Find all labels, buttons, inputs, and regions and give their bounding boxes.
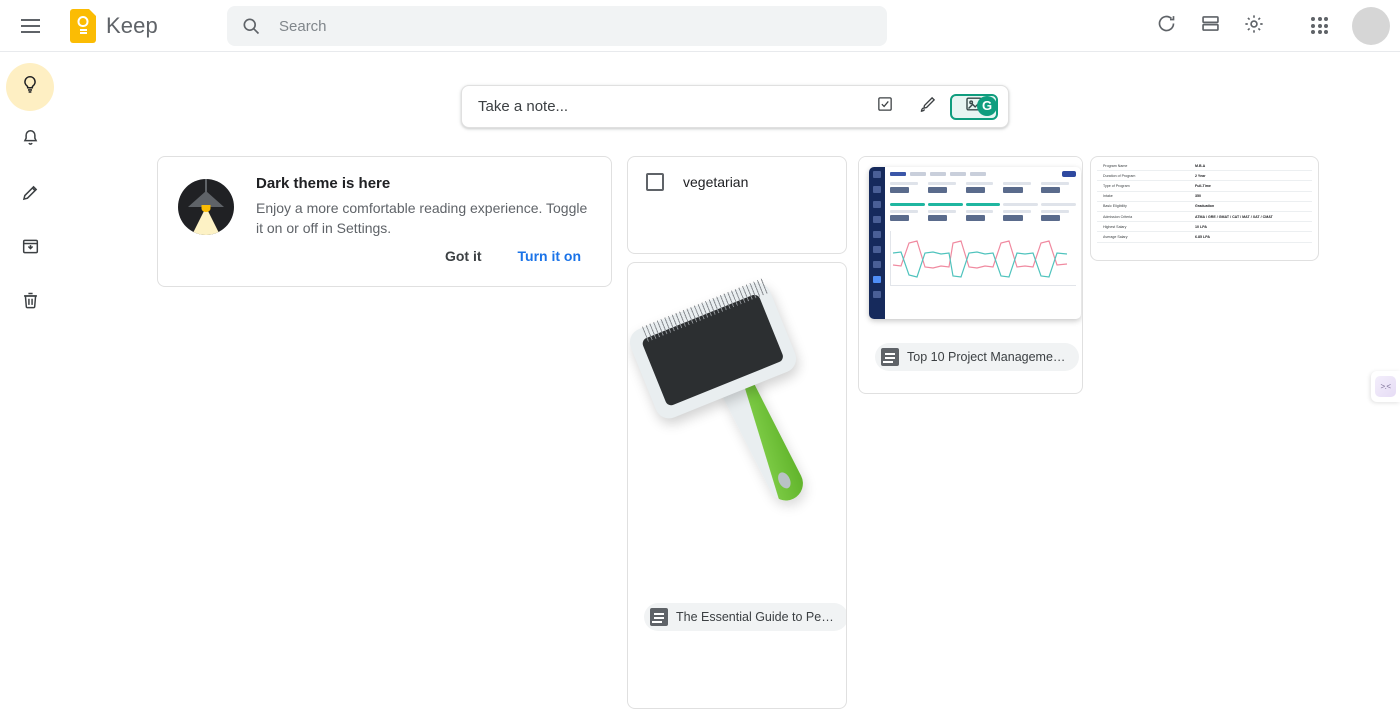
new-list-button[interactable] xyxy=(866,88,904,126)
app-title: Keep xyxy=(106,13,158,39)
list-item[interactable]: vegetarian xyxy=(646,173,828,191)
table-cell-key: Highest Salary xyxy=(1097,222,1189,232)
new-drawing-button[interactable] xyxy=(908,88,946,126)
highlight-marker-g: G xyxy=(977,96,997,116)
table-row: Highest Salary10 LPA xyxy=(1097,222,1312,232)
table-row: Intake350 xyxy=(1097,191,1312,201)
table-cell-key: Average Salary xyxy=(1097,232,1189,242)
table-row: Type of ProgramFull-Time xyxy=(1097,181,1312,191)
face-icon: >.< xyxy=(1375,376,1396,397)
new-image-button[interactable]: G xyxy=(950,94,998,120)
sidebar-item-notes[interactable] xyxy=(6,63,54,111)
note-card-project-management[interactable]: Top 10 Project Managemen... xyxy=(858,156,1083,394)
got-it-button[interactable]: Got it xyxy=(435,240,492,272)
note-card-pet-guide[interactable]: The Essential Guide to Pet ... xyxy=(627,262,847,709)
app-bar: Keep xyxy=(0,0,1400,52)
promo-title: Dark theme is here xyxy=(256,175,591,192)
table-cell-key: Type of Program xyxy=(1097,181,1189,191)
table-cell-value: Full-Time xyxy=(1189,181,1312,191)
refresh-button[interactable] xyxy=(1144,4,1188,48)
table-row: Program NameM.B.A xyxy=(1097,161,1312,171)
table-cell-value: 10 LPA xyxy=(1189,222,1312,232)
lamp-icon xyxy=(178,179,234,235)
table-cell-value: 6.85 LPA xyxy=(1189,232,1312,242)
doc-chip-label: Top 10 Project Managemen... xyxy=(907,350,1067,364)
pencil-icon xyxy=(20,182,41,208)
settings-button[interactable] xyxy=(1232,4,1276,48)
table-cell-value: Graduation xyxy=(1189,201,1312,211)
keep-logo-link[interactable]: Keep xyxy=(70,9,158,43)
trash-icon xyxy=(20,290,41,316)
table-cell-value: M.B.A xyxy=(1189,161,1312,171)
dark-theme-promo-card: Dark theme is here Enjoy a more comforta… xyxy=(157,156,612,287)
app-bar-actions xyxy=(1144,0,1390,52)
dashboard-image xyxy=(859,157,1082,333)
program-table: Program NameM.B.A Duration of Program2 Y… xyxy=(1097,161,1312,243)
checklist-item-label: vegetarian xyxy=(683,174,748,190)
keep-logo-icon xyxy=(70,9,96,43)
take-a-note-placeholder[interactable]: Take a note... xyxy=(478,98,866,115)
doc-chip-pet-guide[interactable]: The Essential Guide to Pet ... xyxy=(644,603,847,631)
feedback-edge-widget[interactable]: >.< xyxy=(1371,371,1400,402)
table-cell-value: 350 xyxy=(1189,191,1312,201)
table-row: Basic EligibilityGraduation xyxy=(1097,201,1312,211)
google-docs-icon xyxy=(881,348,899,366)
google-docs-icon xyxy=(650,608,668,626)
table-cell-key: Duration of Program xyxy=(1097,171,1189,181)
table-cell-value: ATMA / GRE / GMAT / CAT / MAT / XAT / CM… xyxy=(1189,211,1312,221)
table-image: Program NameM.B.A Duration of Program2 Y… xyxy=(1091,157,1318,247)
note-card-checklist[interactable]: vegetarian xyxy=(627,156,847,254)
doc-chip-project-management[interactable]: Top 10 Project Managemen... xyxy=(875,343,1079,371)
checkbox-icon xyxy=(876,95,894,118)
hamburger-icon xyxy=(21,25,40,27)
sidebar-item-archive[interactable] xyxy=(6,225,54,273)
sidebar-item-reminders[interactable] xyxy=(6,117,54,165)
apps-grid-icon xyxy=(1311,17,1329,35)
sidebar-item-trash[interactable] xyxy=(6,279,54,327)
brush-icon xyxy=(918,95,937,119)
search-input[interactable] xyxy=(277,17,841,36)
table-row: Duration of Program2 Year xyxy=(1097,171,1312,181)
table-cell-key: Admission Criteria xyxy=(1097,211,1189,221)
brush-image xyxy=(628,263,846,593)
table-cell-value: 2 Year xyxy=(1189,171,1312,181)
table-row: Admission CriteriaATMA / GRE / GMAT / CA… xyxy=(1097,211,1312,221)
sidebar xyxy=(0,53,60,657)
turn-it-on-button[interactable]: Turn it on xyxy=(508,240,592,272)
sidebar-item-edit-labels[interactable] xyxy=(6,171,54,219)
promo-description: Enjoy a more comfortable reading experie… xyxy=(256,198,591,238)
note-card-program-table[interactable]: Program NameM.B.A Duration of Program2 Y… xyxy=(1090,156,1319,261)
list-view-icon xyxy=(1200,13,1221,39)
table-cell-key: Intake xyxy=(1097,191,1189,201)
lightbulb-icon xyxy=(19,74,41,101)
doc-chip-label: The Essential Guide to Pet ... xyxy=(676,610,836,624)
table-body: Program NameM.B.A Duration of Program2 Y… xyxy=(1097,161,1312,242)
list-view-button[interactable] xyxy=(1188,4,1232,48)
table-cell-key: Program Name xyxy=(1097,161,1189,171)
main-menu-button[interactable] xyxy=(6,2,54,50)
table-row: Average Salary6.85 LPA xyxy=(1097,232,1312,242)
gear-icon xyxy=(1243,13,1265,40)
table-cell-key: Basic Eligibility xyxy=(1097,201,1189,211)
bell-icon xyxy=(20,128,41,154)
refresh-icon xyxy=(1156,13,1177,39)
take-a-note-bar[interactable]: Take a note... G xyxy=(461,85,1009,128)
google-apps-button[interactable] xyxy=(1298,4,1342,48)
avatar[interactable] xyxy=(1352,7,1390,45)
search-bar[interactable] xyxy=(227,6,887,46)
archive-icon xyxy=(20,236,41,262)
checkbox-unchecked-icon[interactable] xyxy=(646,173,664,191)
search-icon xyxy=(241,16,261,36)
